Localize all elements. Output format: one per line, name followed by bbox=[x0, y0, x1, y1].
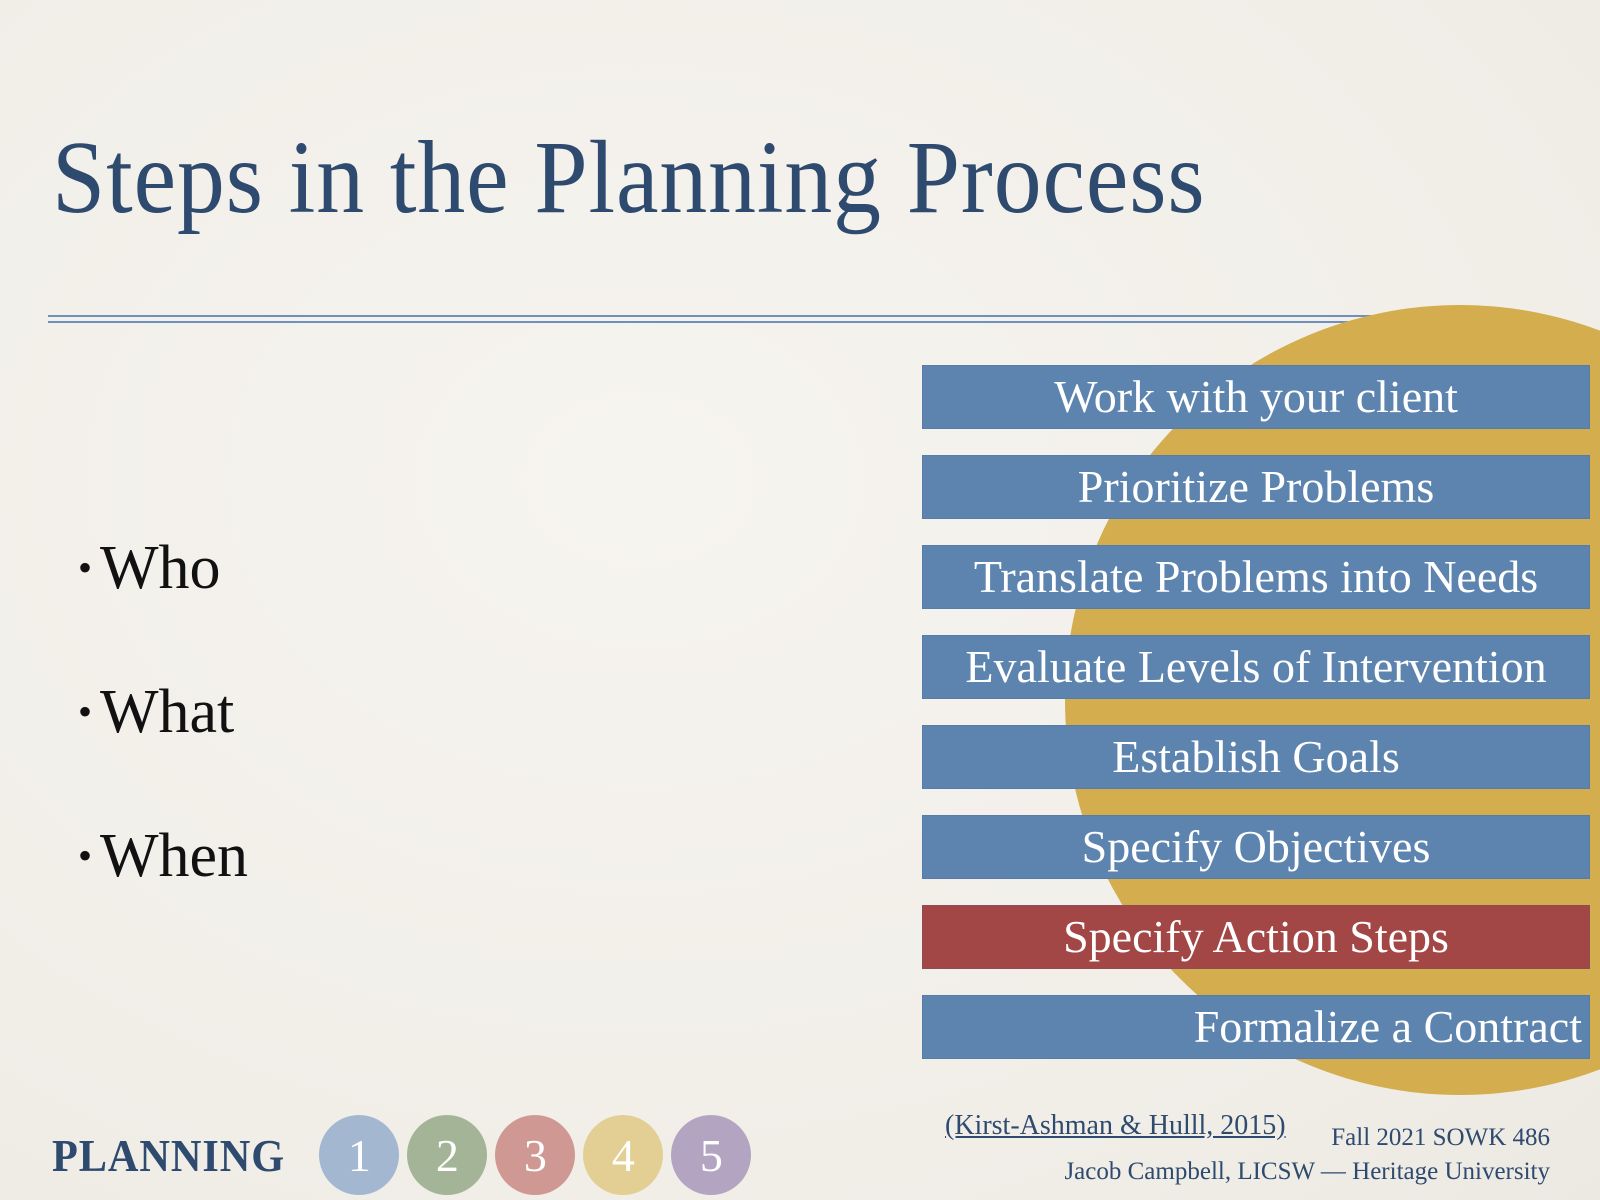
section-2-badge[interactable]: 2 bbox=[407, 1115, 488, 1195]
citation-link[interactable]: (Kirst-Ashman & Hulll, 2015) bbox=[945, 1110, 1286, 1142]
section-label: PLANNING bbox=[52, 1129, 286, 1181]
planning-steps: Work with your client Prioritize Problem… bbox=[922, 365, 1590, 1085]
step-evaluate-levels: Evaluate Levels of Intervention bbox=[922, 635, 1590, 699]
bullet-item: • When bbox=[78, 818, 248, 894]
step-formalize-contract: Formalize a Contract bbox=[922, 995, 1590, 1059]
course-label: Fall 2021 SOWK 486 bbox=[1331, 1124, 1550, 1151]
bullet-text: What bbox=[100, 678, 235, 746]
title-rule-top bbox=[48, 315, 1448, 317]
section-4-badge[interactable]: 4 bbox=[583, 1115, 664, 1195]
slide-title: Steps in the Planning Process bbox=[52, 120, 1206, 235]
step-translate-problems: Translate Problems into Needs bbox=[922, 545, 1590, 609]
step-establish-goals: Establish Goals bbox=[922, 725, 1590, 789]
step-prioritize-problems: Prioritize Problems bbox=[922, 455, 1590, 519]
section-1-badge[interactable]: 1 bbox=[319, 1115, 400, 1195]
bullet-icon: • bbox=[78, 545, 93, 590]
bullet-item: • What bbox=[78, 674, 248, 750]
step-work-with-client: Work with your client bbox=[922, 365, 1590, 429]
step-specify-objectives: Specify Objectives bbox=[922, 815, 1590, 879]
title-rule-bottom bbox=[48, 321, 1448, 323]
author-label: Jacob Campbell, LICSW — Heritage Univers… bbox=[1064, 1158, 1550, 1185]
step-specify-action-steps: Specify Action Steps bbox=[922, 905, 1590, 969]
bullet-item: • Who bbox=[78, 530, 248, 606]
bullet-list: • Who • What • When bbox=[78, 530, 248, 962]
bullet-icon: • bbox=[78, 833, 93, 878]
bullet-icon: • bbox=[78, 689, 93, 734]
section-nav: PLANNING 1 2 3 4 5 bbox=[52, 1115, 759, 1195]
section-5-badge[interactable]: 5 bbox=[671, 1115, 752, 1195]
bullet-text: When bbox=[100, 822, 249, 890]
slide: Steps in the Planning Process • Who • What… bbox=[0, 0, 1600, 1200]
section-3-badge[interactable]: 3 bbox=[495, 1115, 576, 1195]
bullet-text: Who bbox=[100, 534, 221, 602]
